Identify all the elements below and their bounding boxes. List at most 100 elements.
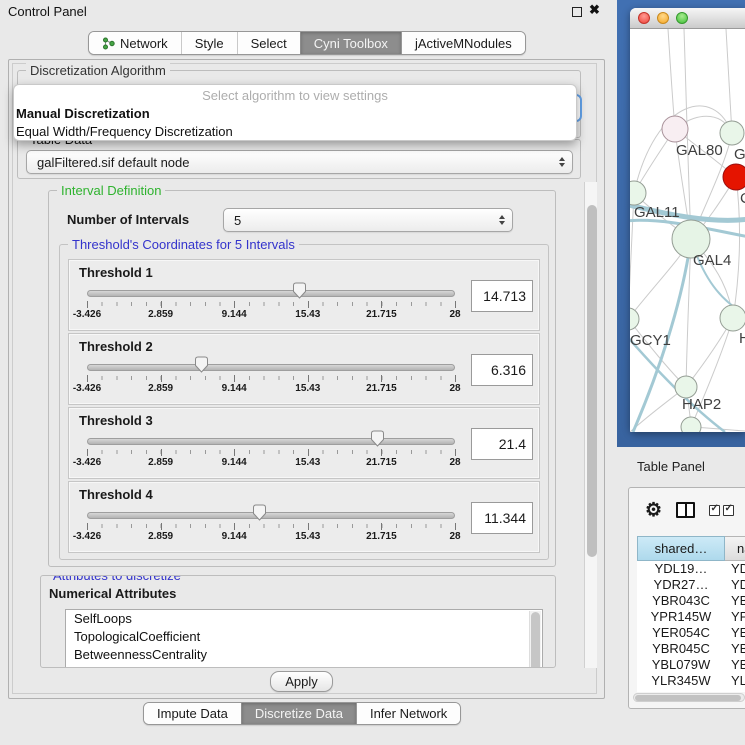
close-icon[interactable]: ✖ (589, 2, 600, 18)
network-node-c[interactable] (723, 164, 745, 190)
algorithm-option[interactable]: Manual Discretization (14, 105, 576, 123)
gear-icon[interactable]: ⚙ (645, 501, 662, 520)
cell-name[interactable]: YPR1 (725, 609, 745, 625)
attribute-list-item[interactable]: TopologicalCoefficient (66, 628, 542, 646)
cell-shared-name[interactable]: YBL079W (637, 657, 725, 673)
minimize-window-icon[interactable] (657, 12, 669, 24)
cell-shared-name[interactable]: YBR045C (637, 641, 725, 657)
table-rows: YDL19…YDL1YDR27…YDR2YBR043CYBR0YPR145WYP… (637, 561, 745, 692)
slider-thumb[interactable] (194, 356, 209, 373)
number-of-intervals-combo[interactable]: 5 (223, 208, 513, 232)
attributes-group-title: Attributes to discretize (49, 575, 185, 583)
tab-cyni-toolbox[interactable]: Cyni Toolbox (300, 32, 401, 54)
table-data-combo[interactable]: galFiltered.sif default node (26, 150, 573, 174)
cell-shared-name[interactable]: YDR27… (637, 577, 725, 593)
numerical-attributes-list[interactable]: SelfLoopsTopologicalCoefficientBetweenne… (65, 609, 543, 668)
list-scrollbar-thumb[interactable] (531, 612, 540, 668)
threshold-value-field[interactable]: 11.344 (471, 502, 533, 534)
select-all-columns-icon[interactable] (723, 505, 734, 516)
select-columns-icon[interactable] (709, 505, 720, 516)
float-window-icon[interactable] (572, 7, 582, 17)
slider-track[interactable] (87, 290, 455, 297)
cell-shared-name[interactable]: YLR345W (637, 673, 725, 689)
cell-name[interactable]: YDL1 (725, 561, 745, 577)
network-edge[interactable] (668, 29, 675, 129)
content-scrollbar-thumb[interactable] (587, 205, 597, 557)
column-header-name[interactable]: na (725, 536, 745, 561)
bottom-tab-discretize-data[interactable]: Discretize Data (241, 703, 356, 724)
network-node-h[interactable] (720, 305, 745, 331)
slider-thumb[interactable] (252, 504, 267, 521)
slider-track[interactable] (87, 364, 455, 371)
cell-name[interactable]: YER0 (725, 625, 745, 641)
network-node-gal80[interactable] (662, 116, 688, 142)
cell-name[interactable]: YIL0 (725, 689, 745, 692)
slider-track[interactable] (87, 438, 455, 445)
slider-thumb[interactable] (292, 282, 307, 299)
cell-shared-name[interactable]: YPR145W (637, 609, 725, 625)
slider-tick-label: -3.426 (73, 309, 101, 320)
close-window-icon[interactable] (638, 12, 650, 24)
table-row[interactable]: YBR043CYBR0 (637, 593, 745, 609)
slider-tick-label: -3.426 (73, 457, 101, 468)
network-node-ga[interactable] (720, 121, 744, 145)
cell-shared-name[interactable]: YIL053C (637, 689, 725, 692)
threshold-value-field[interactable]: 14.713 (471, 280, 533, 312)
network-edge[interactable] (726, 29, 732, 134)
slider-tick-label: 15.43 (295, 383, 320, 394)
table-horizontal-scrollbar[interactable] (633, 693, 745, 702)
split-columns-icon[interactable] (676, 502, 695, 518)
table-row[interactable]: YLR345WYLR3 (637, 673, 745, 689)
table-row[interactable]: YDL19…YDL1 (637, 561, 745, 577)
threshold-value-field[interactable]: 6.316 (471, 354, 533, 386)
app-root: Control Panel ✖ NetworkStyleSelectCyni T… (0, 0, 745, 745)
network-node-label: C (740, 190, 745, 207)
table-row[interactable]: YPR145WYPR1 (637, 609, 745, 625)
table-row[interactable]: YER054CYER0 (637, 625, 745, 641)
table-horizontal-scrollbar-thumb[interactable] (635, 695, 741, 702)
list-scrollbar[interactable] (529, 611, 541, 668)
cell-shared-name[interactable]: YDL19… (637, 561, 725, 577)
algorithm-dropdown-popup: Select algorithm to view settings Manual… (13, 84, 577, 141)
table-row[interactable]: YDR27…YDR2 (637, 577, 745, 593)
table-data-combo-value: galFiltered.sif default node (37, 155, 189, 170)
tab-select[interactable]: Select (237, 32, 300, 54)
network-node-hap2[interactable] (675, 376, 697, 398)
table-row[interactable]: YIL053CYIL0 (637, 689, 745, 692)
network-canvas[interactable]: GAL80GACGAL11GAL4GCY1HHAP2 (630, 29, 745, 432)
slider-track[interactable] (87, 512, 455, 519)
table-row[interactable]: YBL079WYBL0 (637, 657, 745, 673)
content-scrollbar[interactable] (584, 182, 597, 668)
attribute-list-item[interactable]: SelfLoops (66, 610, 542, 628)
cell-name[interactable]: YLR3 (725, 673, 745, 689)
network-node-gcy1[interactable] (630, 308, 639, 330)
attribute-list-item[interactable]: BetweennessCentrality (66, 646, 542, 664)
cell-name[interactable]: YDR2 (725, 577, 745, 593)
cell-shared-name[interactable]: YER054C (637, 625, 725, 641)
cell-name[interactable]: YBR0 (725, 593, 745, 609)
bottom-tab-impute-data[interactable]: Impute Data (144, 703, 241, 724)
apply-button[interactable]: Apply (270, 671, 333, 692)
network-edge[interactable] (733, 177, 740, 318)
bottom-tab-infer-network[interactable]: Infer Network (356, 703, 460, 724)
slider-minor-ticks (87, 376, 456, 380)
threshold-value-field[interactable]: 21.4 (471, 428, 533, 460)
table-panel-title: Table Panel (637, 459, 705, 474)
tab-network[interactable]: Network (89, 32, 181, 54)
tab-style[interactable]: Style (181, 32, 237, 54)
algorithm-placeholder-item[interactable]: Select algorithm to view settings (14, 87, 576, 105)
column-header-shared-name[interactable]: shared… (637, 536, 725, 561)
zoom-window-icon[interactable] (676, 12, 688, 24)
network-edge[interactable] (630, 319, 686, 387)
network-graph[interactable]: GAL80GACGAL11GAL4GCY1HHAP2 (630, 29, 745, 432)
network-node[interactable] (681, 417, 701, 432)
network-window-titlebar[interactable] (630, 8, 745, 29)
cell-name[interactable]: YBR0 (725, 641, 745, 657)
cell-shared-name[interactable]: YBR043C (637, 593, 725, 609)
cell-name[interactable]: YBL0 (725, 657, 745, 673)
slider-thumb[interactable] (370, 430, 385, 447)
tab-jactivemnodules[interactable]: jActiveMNodules (401, 32, 525, 54)
table-row[interactable]: YBR045CYBR0 (637, 641, 745, 657)
slider-tick-label: 9.144 (222, 457, 247, 468)
algorithm-option[interactable]: Equal Width/Frequency Discretization (14, 123, 576, 141)
